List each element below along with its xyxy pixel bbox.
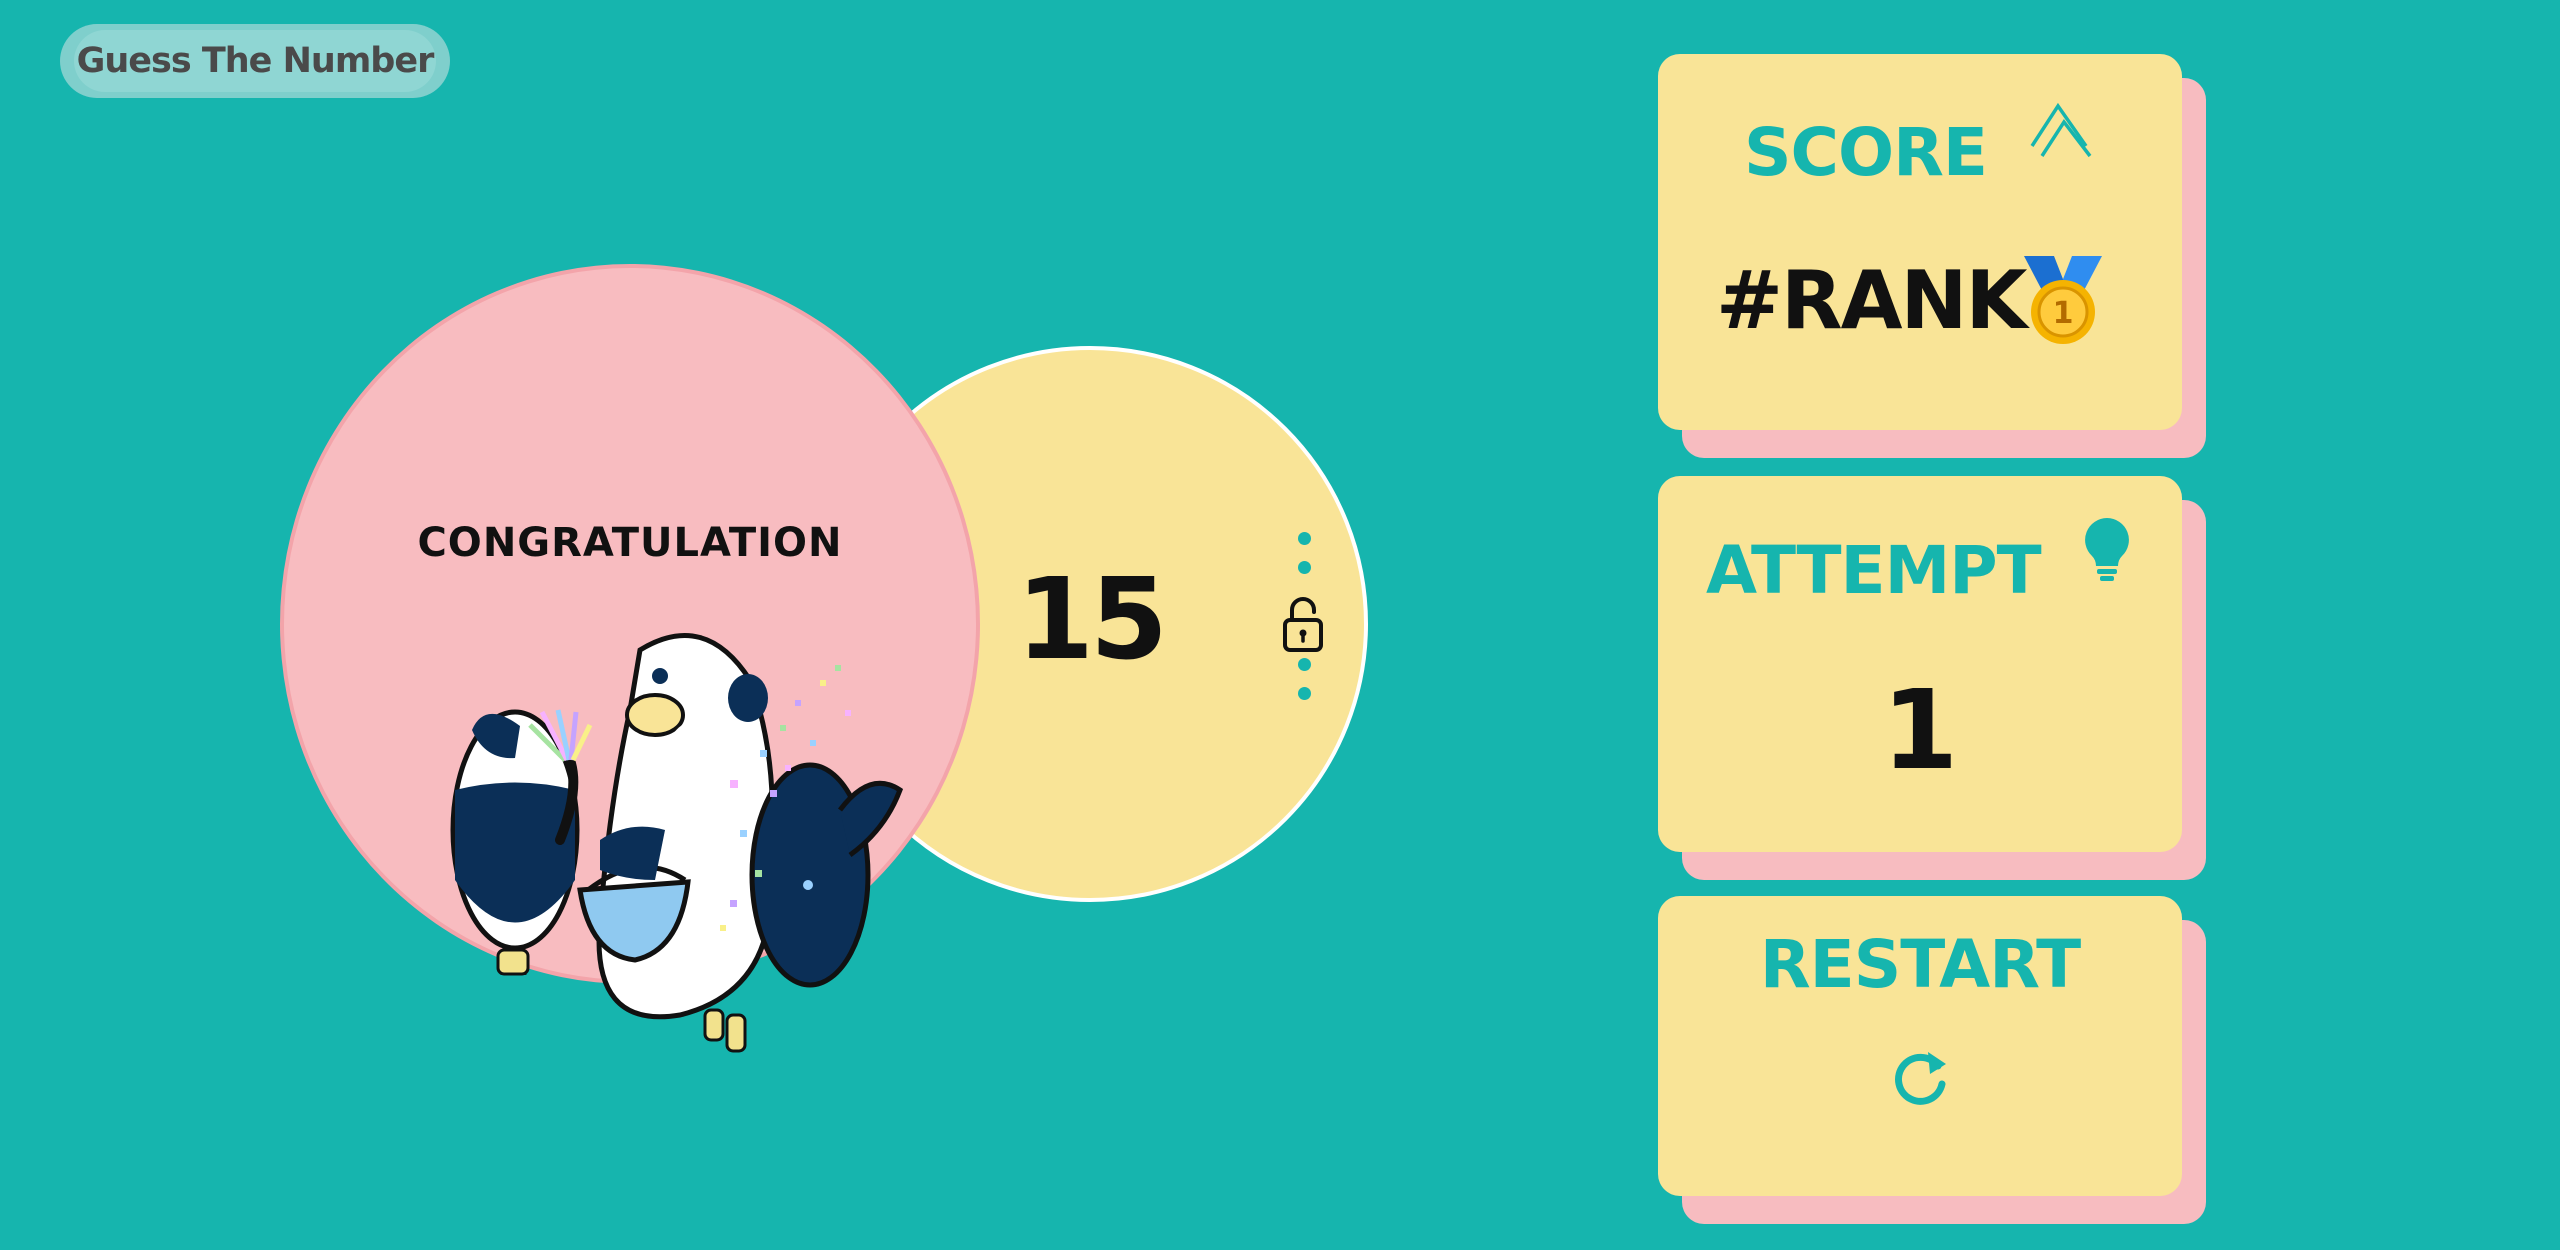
celebrating-birds-illustration <box>430 630 910 1074</box>
card-face: RESTART <box>1658 896 2182 1196</box>
indicator-dot <box>1297 532 1311 545</box>
gold-medal-icon: 1 <box>2020 252 2106 352</box>
restart-button[interactable]: RESTART <box>1658 896 2206 1224</box>
score-card[interactable]: SCORE #RANK 1 <box>1658 54 2206 458</box>
secret-number: 15 <box>1016 555 1168 685</box>
attempt-card: ATTEMPT 1 <box>1658 476 2206 880</box>
indicator-dot <box>1297 561 1311 574</box>
lightbulb-icon[interactable] <box>2082 516 2132 586</box>
restart-label: RESTART <box>1759 926 2081 1003</box>
attempt-count: 1 <box>1881 666 1959 794</box>
congratulation-text: CONGRATULATION <box>417 520 843 566</box>
score-label: SCORE <box>1744 114 1988 191</box>
unlock-icon <box>1280 594 1326 658</box>
refresh-icon[interactable] <box>1888 1044 1952 1112</box>
card-face: ATTEMPT 1 <box>1658 476 2182 852</box>
svg-text:1: 1 <box>2053 296 2074 331</box>
app-title-pill: Guess The Number <box>60 24 450 98</box>
indicator-dot <box>1297 687 1311 700</box>
app-title: Guess The Number <box>74 30 436 92</box>
attempt-label: ATTEMPT <box>1706 532 2042 609</box>
indicator-dot <box>1297 658 1311 671</box>
rank-text: #RANK <box>1716 254 2027 347</box>
game-screen: Guess The Number 15 CONGRATULATION SCORE… <box>0 0 2560 1250</box>
chevron-up-icon <box>2028 100 2094 166</box>
card-face: SCORE #RANK 1 <box>1658 54 2182 430</box>
